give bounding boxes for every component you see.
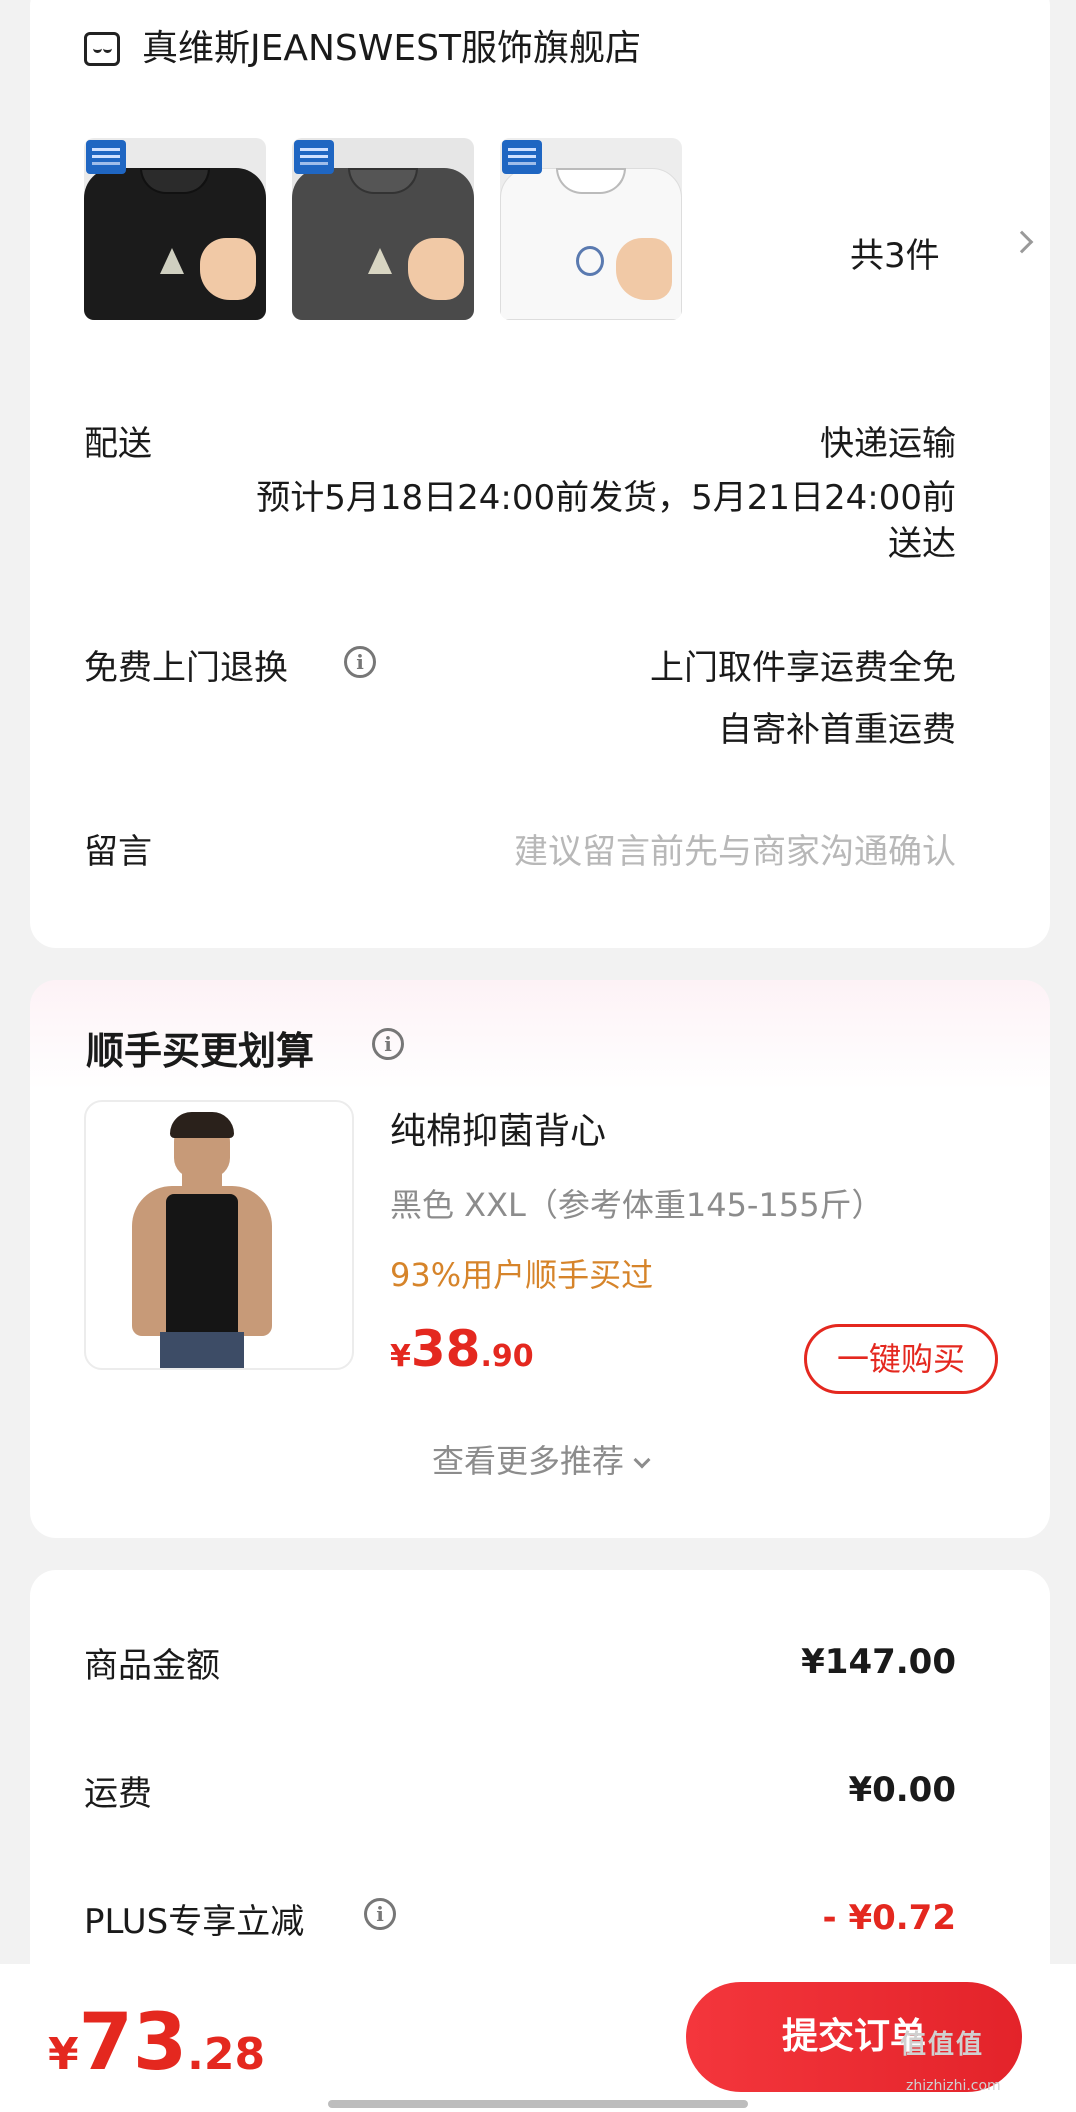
product-thumb-white[interactable] (500, 138, 682, 320)
returns-label: 免费上门退换 (84, 648, 288, 688)
message-input[interactable]: 建议留言前先与商家沟通确认 (514, 824, 956, 873)
brand-badge-icon (86, 140, 126, 174)
view-more-label: 查看更多推荐 (431, 1442, 624, 1480)
upsell-card: 顺手买更划算 i 纯棉抑菌背心 黑色 XXL（参考体重145-155斤） 93%… (30, 980, 1050, 1538)
store-card: 真维斯JEANSWEST服饰旗舰店 共3件 配送 快递运输 预计5月18日24:… (30, 0, 1050, 948)
brand-badge-icon (502, 140, 542, 174)
summary-label-subtotal: 商品金额 (84, 1646, 220, 1686)
upsell-price: ¥38.90 (390, 1320, 534, 1378)
price-decimal: .90 (480, 1339, 534, 1374)
delivery-method[interactable]: 快递运输 (820, 416, 956, 465)
product-thumb-gray[interactable] (292, 138, 474, 320)
watermark-logo: 值值值 (900, 2030, 985, 2060)
total-decimal: .28 (187, 2029, 266, 2080)
returns-line1: 上门取件享运费全免 (650, 648, 956, 688)
item-count[interactable]: 共3件 (850, 228, 940, 277)
total-integer: 73 (78, 1998, 188, 2088)
home-indicator[interactable] (328, 2100, 748, 2108)
upsell-product-image[interactable] (84, 1100, 354, 1370)
upsell-title: 顺手买更划算 (86, 1029, 315, 1073)
chevron-right-icon[interactable] (1010, 230, 1034, 254)
info-icon[interactable]: i (372, 1028, 404, 1060)
checkout-bar: ¥73.28 提交订单 值值值 zhizhizhi.com (0, 1964, 1076, 2112)
summary-value-shipping: ¥0.00 (848, 1770, 956, 1810)
summary-value-subtotal: ¥147.00 (801, 1642, 956, 1682)
delivery-estimate-line1: 预计5月18日24:00前发货，5月21日24:00前 (256, 478, 956, 518)
summary-label-plus-discount: PLUS专享立减 (84, 1902, 305, 1942)
upsell-product-name[interactable]: 纯棉抑菌背心 (390, 1102, 606, 1154)
delivery-estimate-line2: 送达 (888, 524, 956, 564)
chevron-down-icon (633, 1451, 651, 1469)
store-icon (84, 32, 120, 66)
info-icon[interactable]: i (344, 646, 376, 678)
product-thumb-black[interactable] (84, 138, 266, 320)
view-more-recommendations[interactable]: 查看更多推荐 (30, 1436, 1050, 1482)
returns-line2: 自寄补首重运费 (718, 710, 956, 750)
watermark-url: zhizhizhi.com (906, 2078, 1001, 2094)
summary-label-shipping: 运费 (84, 1774, 152, 1814)
store-name[interactable]: 真维斯JEANSWEST服饰旗舰店 (142, 26, 641, 72)
order-total: ¥73.28 (48, 1998, 265, 2088)
one-click-buy-button[interactable]: 一键购买 (804, 1324, 998, 1394)
price-currency: ¥ (390, 1339, 411, 1374)
brand-badge-icon (294, 140, 334, 174)
summary-value-plus-discount: - ¥0.72 (822, 1898, 957, 1938)
upsell-social-proof: 93%用户顺手买过 (390, 1256, 654, 1294)
info-icon[interactable]: i (364, 1898, 396, 1930)
price-integer: 38 (410, 1320, 481, 1378)
total-currency: ¥ (48, 2029, 79, 2080)
message-label: 留言 (84, 832, 152, 872)
upsell-product-spec[interactable]: 黑色 XXL（参考体重145-155斤） (390, 1180, 884, 1226)
delivery-label: 配送 (84, 424, 152, 464)
